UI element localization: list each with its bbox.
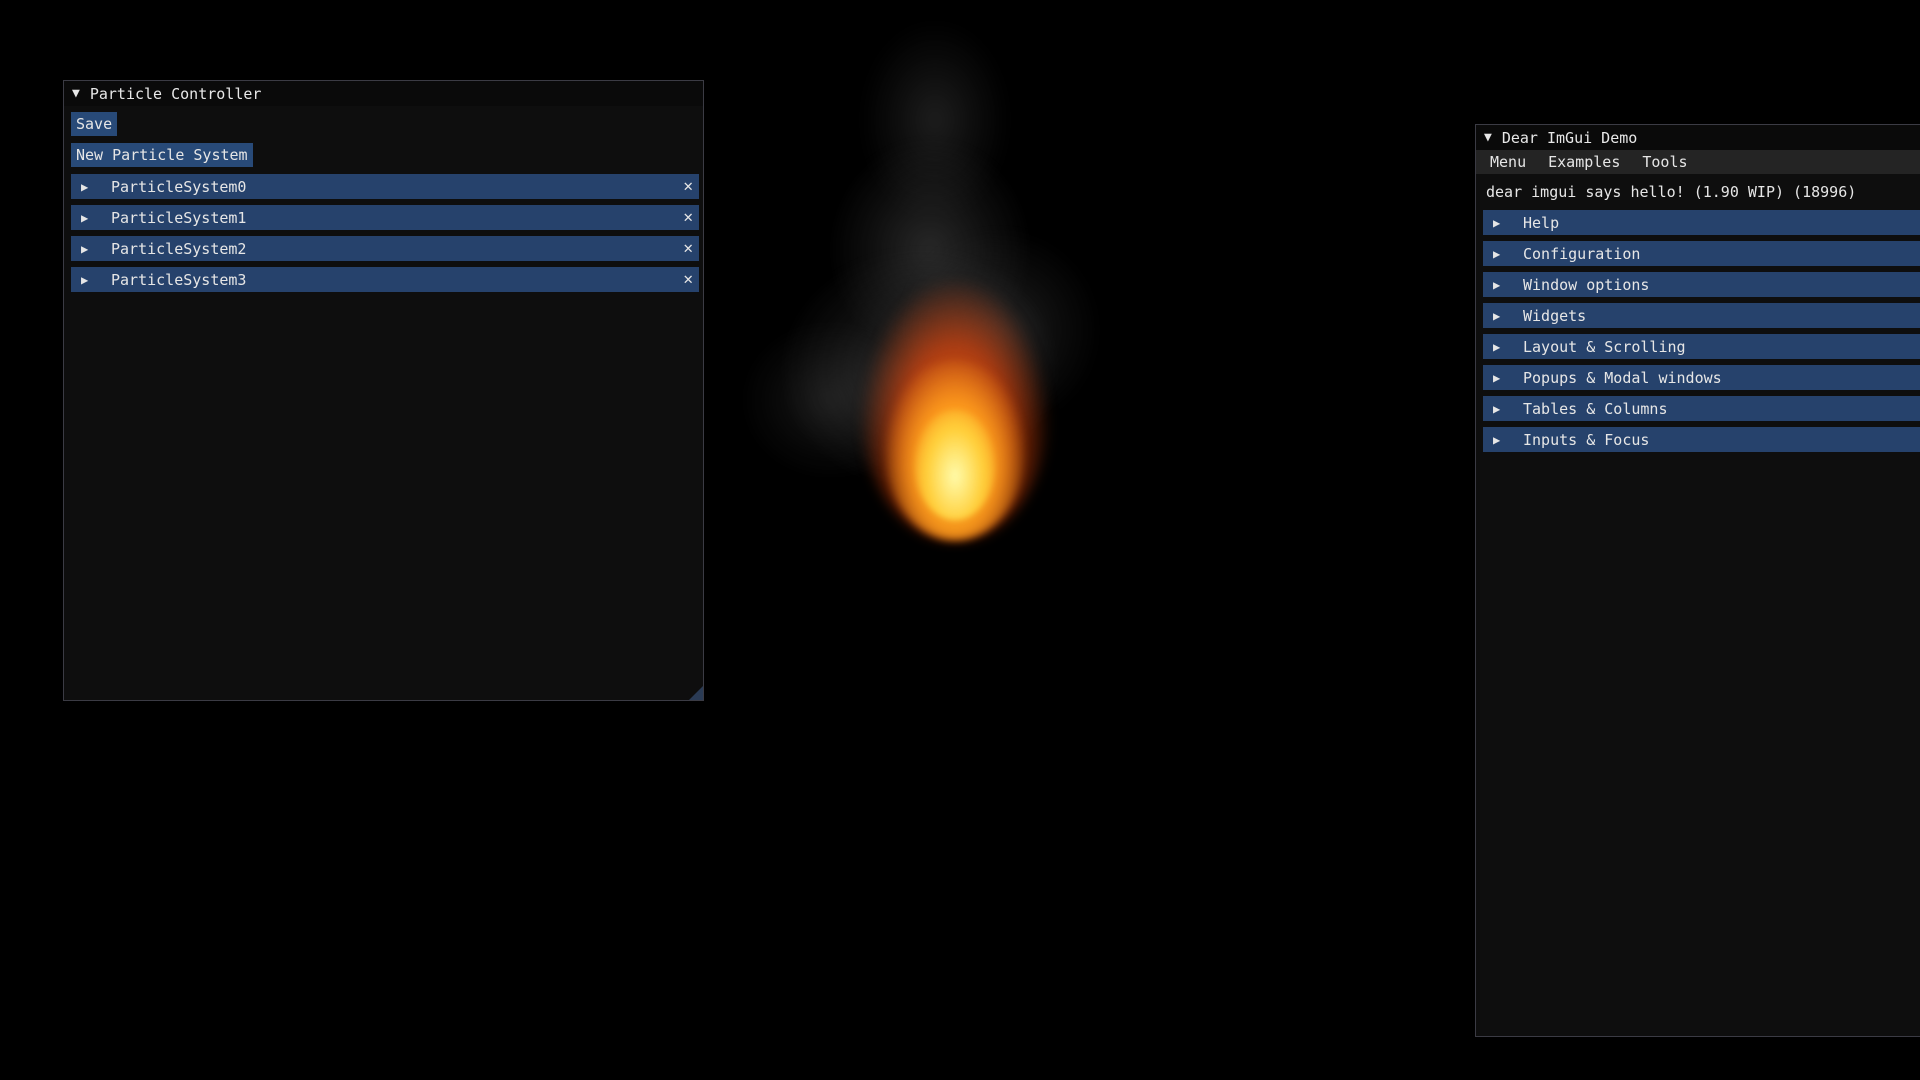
expand-arrow-icon[interactable]: ▶ — [1493, 309, 1507, 323]
menu-bar: Menu Examples Tools — [1476, 150, 1920, 174]
expand-arrow-icon[interactable]: ▶ — [81, 211, 95, 225]
section-label: Tables & Columns — [1523, 399, 1668, 418]
window-title: Dear ImGui Demo — [1501, 128, 1638, 147]
particle-controller-window[interactable]: ▼ Particle Controller Save New Particle … — [63, 80, 704, 701]
close-icon[interactable]: ✕ — [683, 177, 693, 195]
particle-system-header[interactable]: ▶ ParticleSystem3 ✕ — [71, 267, 699, 292]
particle-system-label: ParticleSystem2 — [111, 239, 247, 258]
section-label: Inputs & Focus — [1523, 430, 1650, 449]
expand-arrow-icon[interactable]: ▶ — [1493, 402, 1507, 416]
section-tables-columns[interactable]: ▶ Tables & Columns — [1483, 396, 1920, 421]
particle-system-header[interactable]: ▶ ParticleSystem0 ✕ — [71, 174, 699, 199]
imgui-demo-window[interactable]: ▼ Dear ImGui Demo Menu Examples Tools de… — [1475, 124, 1920, 1037]
section-label: Layout & Scrolling — [1523, 337, 1686, 356]
expand-arrow-icon[interactable]: ▶ — [1493, 216, 1507, 230]
section-inputs-focus[interactable]: ▶ Inputs & Focus — [1483, 427, 1920, 452]
section-label: Configuration — [1523, 244, 1641, 263]
section-help[interactable]: ▶ Help — [1483, 210, 1920, 235]
section-label: Popups & Modal windows — [1523, 368, 1722, 387]
resize-grip[interactable] — [689, 686, 703, 700]
render-viewport: ▼ Particle Controller Save New Particle … — [0, 0, 1920, 1080]
particle-controller-body: Save New Particle System ▶ ParticleSyste… — [64, 106, 703, 292]
menu-examples[interactable]: Examples — [1548, 153, 1620, 171]
close-icon[interactable]: ✕ — [683, 239, 693, 257]
expand-arrow-icon[interactable]: ▶ — [81, 242, 95, 256]
section-configuration[interactable]: ▶ Configuration — [1483, 241, 1920, 266]
section-label: Widgets — [1523, 306, 1587, 325]
collapse-triangle-icon[interactable]: ▼ — [72, 86, 80, 101]
hello-text: dear imgui says hello! (1.90 WIP) (18996… — [1486, 183, 1857, 201]
collapse-triangle-icon[interactable]: ▼ — [1484, 130, 1492, 145]
section-layout-scrolling[interactable]: ▶ Layout & Scrolling — [1483, 334, 1920, 359]
particle-system-header[interactable]: ▶ ParticleSystem1 ✕ — [71, 205, 699, 230]
window-title: Particle Controller — [89, 84, 262, 103]
expand-arrow-icon[interactable]: ▶ — [1493, 340, 1507, 354]
particle-system-label: ParticleSystem1 — [111, 208, 247, 227]
expand-arrow-icon[interactable]: ▶ — [81, 273, 95, 287]
close-icon[interactable]: ✕ — [683, 270, 693, 288]
expand-arrow-icon[interactable]: ▶ — [1493, 433, 1507, 447]
expand-arrow-icon[interactable]: ▶ — [1493, 278, 1507, 292]
particle-system-label: ParticleSystem3 — [111, 270, 247, 289]
particle-system-label: ParticleSystem0 — [111, 177, 247, 196]
flame-core — [915, 410, 995, 520]
section-label: Help — [1523, 213, 1560, 232]
expand-arrow-icon[interactable]: ▶ — [81, 180, 95, 194]
section-widgets[interactable]: ▶ Widgets — [1483, 303, 1920, 328]
expand-arrow-icon[interactable]: ▶ — [1493, 371, 1507, 385]
section-label: Window options — [1523, 275, 1650, 294]
particle-system-list: ▶ ParticleSystem0 ✕ ▶ ParticleSystem1 ✕ … — [71, 174, 699, 292]
save-button[interactable]: Save — [71, 112, 118, 136]
new-particle-system-button[interactable]: New Particle System — [71, 143, 253, 167]
demo-sections: ▶ Help ▶ Configuration ▶ Window options … — [1476, 210, 1920, 452]
menu-menu[interactable]: Menu — [1490, 153, 1526, 171]
section-popups-modal[interactable]: ▶ Popups & Modal windows — [1483, 365, 1920, 390]
fire-particle-effect — [720, 0, 1200, 600]
close-icon[interactable]: ✕ — [683, 208, 693, 226]
section-window-options[interactable]: ▶ Window options — [1483, 272, 1920, 297]
particle-system-header[interactable]: ▶ ParticleSystem2 ✕ — [71, 236, 699, 261]
expand-arrow-icon[interactable]: ▶ — [1493, 247, 1507, 261]
menu-tools[interactable]: Tools — [1642, 153, 1687, 171]
particle-controller-titlebar[interactable]: ▼ Particle Controller — [64, 81, 703, 106]
imgui-demo-titlebar[interactable]: ▼ Dear ImGui Demo — [1476, 125, 1920, 150]
